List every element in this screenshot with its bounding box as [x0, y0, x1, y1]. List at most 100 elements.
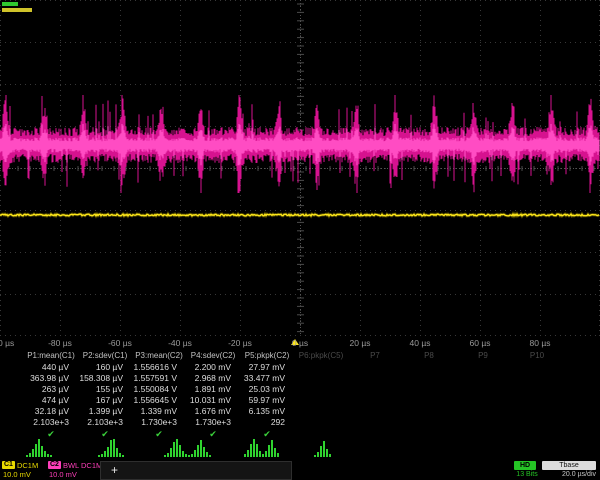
measurement-cell: 1.730e+3	[132, 417, 186, 428]
c1-scale: 10.0 mV	[0, 470, 44, 479]
measurement-cell: 363.98 µV	[24, 373, 78, 384]
measurement-cell	[510, 373, 564, 384]
time-tick-label: -40 µs	[168, 338, 192, 348]
measurement-cell: 10.031 mV	[186, 395, 240, 406]
time-tick-label: -80 µs	[48, 338, 72, 348]
measurement-cell: 1.557591 V	[132, 373, 186, 384]
measurement-cell	[510, 362, 564, 373]
measurement-cell: 2.103e+3	[24, 417, 78, 428]
measurement-cell: 6.135 mV	[240, 406, 294, 417]
param-header-p6[interactable]: P6:pkpk(C5)	[294, 350, 348, 362]
measurement-cell	[348, 384, 402, 395]
measurement-cell: 1.730e+3	[186, 417, 240, 428]
measurement-cell	[510, 384, 564, 395]
measurement-cell: 1.339 mV	[132, 406, 186, 417]
measurement-cell	[294, 417, 348, 428]
measurement-cell	[456, 373, 510, 384]
measurement-row: 2.103e+32.103e+31.730e+31.730e+3292	[0, 417, 600, 428]
hd-mode-badge[interactable]: HD	[514, 461, 536, 470]
c2-coupling: BWL DC1M	[63, 461, 102, 470]
time-tick-label: 40 µs	[410, 338, 431, 348]
measurement-cell	[510, 406, 564, 417]
timebase-value: 20.0 µs/div	[540, 471, 596, 478]
measurement-cell: 474 µV	[24, 395, 78, 406]
measurement-cell: 167 µV	[78, 395, 132, 406]
measurement-cell: 292	[240, 417, 294, 428]
param-header-p3[interactable]: P3:mean(C2)	[132, 350, 186, 362]
param-header-p4[interactable]: P4:sdev(C2)	[186, 350, 240, 362]
measurement-cell	[294, 406, 348, 417]
measurement-cell	[402, 417, 456, 428]
measurement-cell: 27.97 mV	[240, 362, 294, 373]
param-header-p9[interactable]: P9	[456, 350, 510, 362]
measurement-cell: 25.03 mV	[240, 384, 294, 395]
param-header-p5[interactable]: P5:pkpk(C2)	[240, 350, 294, 362]
time-tick-label: 20 µs	[350, 338, 371, 348]
measurement-cell: 1.556645 V	[132, 395, 186, 406]
measurement-row: 440 µV160 µV1.556616 V2.200 mV27.97 mV	[0, 362, 600, 373]
param-header-p8[interactable]: P8	[402, 350, 456, 362]
measurement-cell	[402, 384, 456, 395]
measurement-row: 263 µV155 µV1.550084 V1.891 mV25.03 mV	[0, 384, 600, 395]
measurement-row: 363.98 µV158.308 µV1.557591 V2.968 mV33.…	[0, 373, 600, 384]
cursor-readout-box[interactable]: +	[100, 461, 292, 480]
measurement-cell	[456, 417, 510, 428]
oscilloscope-screen: -100 µs -80 µs -60 µs -40 µs -20 µs 0 µs 20 µs…	[0, 0, 600, 480]
measurement-cell: 1.550084 V	[132, 384, 186, 395]
timebase-button[interactable]: Tbase	[542, 461, 596, 470]
acquisition-indicator	[2, 2, 18, 6]
measurement-cell	[348, 406, 402, 417]
measurement-cell	[294, 373, 348, 384]
measurement-cell	[456, 395, 510, 406]
measurement-cell	[456, 384, 510, 395]
waveform-display-area[interactable]	[0, 0, 600, 336]
time-tick-label: -20 µs	[228, 338, 252, 348]
measurement-cell: 263 µV	[24, 384, 78, 395]
measurement-cell: 155 µV	[78, 384, 132, 395]
c2-tag: C2	[48, 461, 61, 469]
measurement-cell	[348, 395, 402, 406]
measurement-cell	[510, 417, 564, 428]
measurement-cell: 32.18 µV	[24, 406, 78, 417]
measurement-cell: 1.891 mV	[186, 384, 240, 395]
time-tick-label: 0 µs	[292, 338, 308, 348]
param-header-p7[interactable]: P7	[348, 350, 402, 362]
measurement-cell	[348, 417, 402, 428]
measurement-cell	[294, 362, 348, 373]
measurement-cell: 33.477 mV	[240, 373, 294, 384]
channel-c1-descriptor[interactable]: C1 DC1M 10.0 mV	[0, 460, 44, 480]
measurement-cell	[402, 406, 456, 417]
time-tick-label: 80 µs	[530, 338, 551, 348]
param-header-p1[interactable]: P1:mean(C1)	[24, 350, 78, 362]
measurement-row: 474 µV167 µV1.556645 V10.031 mV59.97 mV	[0, 395, 600, 406]
measurement-cell	[402, 373, 456, 384]
time-tick-label: -100 µs	[0, 338, 14, 348]
measurement-cell	[402, 362, 456, 373]
measurement-cell	[294, 395, 348, 406]
measurement-cell: 440 µV	[24, 362, 78, 373]
measurement-cell: 1.399 µV	[78, 406, 132, 417]
measurement-cell	[402, 395, 456, 406]
time-tick-label: 60 µs	[470, 338, 491, 348]
measurement-cell: 2.103e+3	[78, 417, 132, 428]
measurement-cell: 2.968 mV	[186, 373, 240, 384]
hd-bits-label: 13 Bits	[512, 471, 542, 478]
label-indicator	[2, 8, 32, 12]
param-header-p2[interactable]: P2:sdev(C1)	[78, 350, 132, 362]
cursor-plus-icon[interactable]: +	[111, 463, 118, 477]
measurement-cell: 160 µV	[78, 362, 132, 373]
measurement-cell	[456, 362, 510, 373]
c1-tag: C1	[2, 461, 15, 469]
measurement-cell: 2.200 mV	[186, 362, 240, 373]
measurement-cell	[348, 362, 402, 373]
timebase-axis: -100 µs -80 µs -60 µs -40 µs -20 µs 0 µs 20 µs…	[0, 336, 600, 350]
time-tick-label: -60 µs	[108, 338, 132, 348]
measurement-cell: 59.97 mV	[240, 395, 294, 406]
measurement-row: 32.18 µV1.399 µV1.339 mV1.676 mV6.135 mV	[0, 406, 600, 417]
bottom-status-bar: C1 DC1M 10.0 mV C2 BWL DC1M 10.0 mV + HD…	[0, 460, 600, 480]
measurement-table: P1:mean(C1)P2:sdev(C1)P3:mean(C2)P4:sdev…	[0, 350, 600, 440]
measurement-cell: 158.308 µV	[78, 373, 132, 384]
measurement-cell: 1.676 mV	[186, 406, 240, 417]
measurement-cell: 1.556616 V	[132, 362, 186, 373]
param-header-p10[interactable]: P10	[510, 350, 564, 362]
